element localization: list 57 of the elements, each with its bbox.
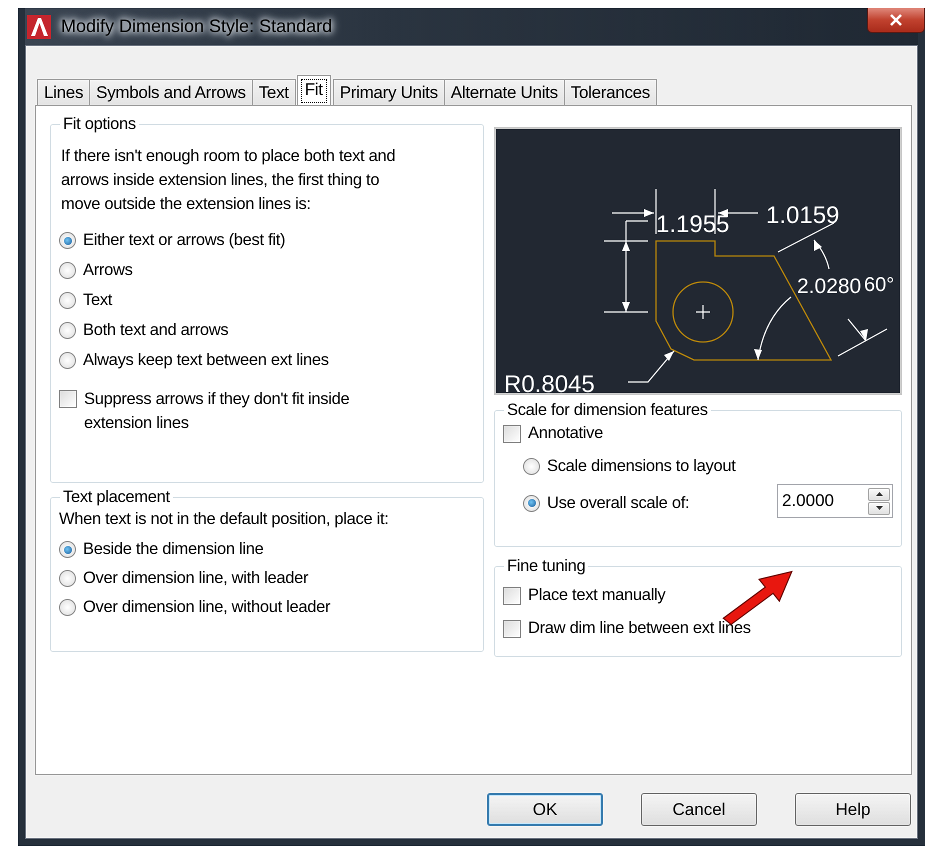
dimension-label: 60° [864,274,894,296]
dialog-button[interactable]: Cancel [641,793,757,826]
radio-button[interactable] [523,458,540,475]
up-caret-icon [876,492,882,496]
checkbox[interactable] [503,424,521,442]
option-label[interactable]: Use overall scale of: [547,494,690,512]
option-label[interactable]: Either text or arrows (best fit) [83,231,286,250]
tab[interactable]: Fit [296,75,331,105]
option-label[interactable]: Over dimension line, without leader [83,598,330,617]
radio-button[interactable] [59,352,76,369]
spin-down-button[interactable] [868,502,890,514]
dialog-button[interactable]: Help [795,793,911,826]
group-title: Scale for dimension features [506,401,709,420]
tab[interactable]: Text [252,79,296,105]
dimension-label: 2.0280 [797,275,862,298]
down-caret-icon [876,506,882,510]
radio-button[interactable] [59,322,76,339]
radio-button[interactable] [523,494,540,512]
checkbox-label[interactable]: Place text manually [528,586,666,605]
checkbox[interactable] [59,390,77,408]
radio-button[interactable] [59,292,76,309]
tab[interactable]: Symbols and Arrows [89,79,253,105]
option-label[interactable]: Text [83,291,112,310]
checkbox-label[interactable]: Annotative [528,424,603,443]
dialog-button[interactable]: OK [487,793,603,826]
radio-button[interactable] [59,262,76,279]
checkbox-label[interactable]: Suppress arrows if they don't fit inside extension lines [84,387,384,435]
tab[interactable]: Alternate Units [444,79,565,105]
radio-button[interactable] [59,599,76,616]
option-label[interactable]: Always keep text between ext lines [83,351,329,370]
radio-button[interactable] [59,570,76,587]
option-label[interactable]: Beside the dimension line [83,540,264,559]
tab[interactable]: Lines [37,79,90,105]
option-label[interactable]: Arrows [83,261,133,280]
dimension-label: R0.8045 [504,371,595,395]
scale-input[interactable]: 2.0000 [777,484,893,518]
group-title: Text placement [62,488,171,507]
group-title: Fit options [62,115,137,134]
dimension-label: 1.0159 [766,202,840,229]
spin-up-button[interactable] [868,488,890,500]
description-text: If there isn't enough room to place both text and arrows inside extension lines, the first thing to move outside the extension lines is: [61,146,396,215]
option-label[interactable]: Scale dimensions to layout [547,457,736,476]
option-label[interactable]: Both text and arrows [83,321,228,340]
group-title: Fine tuning [506,557,586,576]
checkbox[interactable] [503,586,521,604]
close-button[interactable] [867,8,925,33]
description-text: When text is not in the default position, place it: [59,510,390,529]
tab[interactable]: Primary Units [332,79,445,105]
app-logo-icon [27,14,51,38]
checkbox[interactable] [503,620,521,638]
radio-button[interactable] [59,541,76,558]
tab[interactable]: Tolerances [564,79,658,105]
radio-button[interactable] [59,232,76,249]
close-icon [889,14,903,26]
option-label[interactable]: Over dimension line, with leader [83,569,308,588]
checkbox-label[interactable]: Draw dim line between ext lines [528,619,751,638]
window-title: Modify Dimension Style: Standard [61,16,332,37]
